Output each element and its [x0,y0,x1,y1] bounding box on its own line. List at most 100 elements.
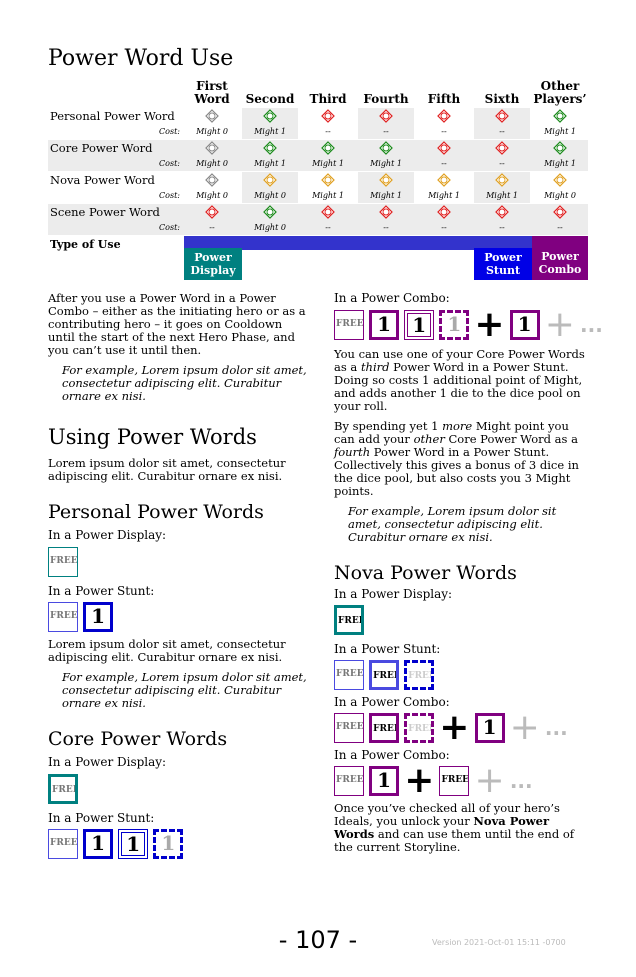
ellipsis-icon: ... [509,769,533,793]
red-diamond-icon [437,141,451,155]
core-display-chips: FREE [48,774,310,804]
usage-cell [416,140,472,156]
plus-icon: + [404,760,435,801]
cost-row: Cost: Might 0 Might 0 Might 1 Might 1 Might 1… [48,188,588,203]
left-column: After you use a Power Word in a Power Co… [48,292,310,859]
plus-icon: + [439,707,470,748]
usage-cell [242,140,298,156]
usage-cell [532,108,588,124]
usage-cell [358,108,414,124]
one-chip: 1 [83,829,114,859]
type-display-box: Power Display [184,248,242,280]
row-name: Scene Power Word [50,205,160,219]
row-name: Personal Power Word [50,109,175,123]
cost-row: Cost: -- Might 0 -- -- -- -- -- [48,220,588,235]
table-header: First Word Second Third Fourth Fifth Sixth Oth… [48,74,588,106]
cost-cell: -- [325,127,331,136]
red-diamond-icon [495,205,509,219]
free-nova-chip: FREE [369,660,400,690]
using-heading: Using Power Words [48,425,257,449]
cost-row: Cost: Might 0 Might 1 Might 1 Might 1 -- -- Mig… [48,156,588,171]
cost-cell: Might 1 [358,188,414,203]
free-chip: FREE [334,310,364,340]
cost-cell: Might 0 [196,159,228,168]
cost-row: Cost: Might 0 Might 1 -- -- -- -- Might 1 [48,124,588,139]
column-header: Sixth [484,92,520,106]
usage-cell [474,108,530,124]
using-text: Lorem ipsum dolor sit amet, consectetur … [48,456,286,483]
yellow-diamond-icon [263,173,277,187]
cost-cell: Might 0 [242,220,298,235]
free-nova-chip: FREE [369,713,400,743]
cost-label: Cost: [159,127,180,136]
usage-cell [532,140,588,156]
red-diamond-icon [437,109,451,123]
column-header: First Word [194,79,230,106]
free-nova-chip: FREE [439,766,470,796]
free-chip: FREE [334,660,364,690]
yellow-diamond-icon [379,173,393,187]
cost-cell: Might 1 [358,156,414,171]
usage-cell [416,204,472,220]
core-fourth-paragraph: By spending yet 1 more Might point you c… [334,419,579,498]
right-column: In a Power Combo: FREE 1 1 1 + 1 + ... Y… [334,292,603,854]
ellipsis-icon: ... [544,716,568,740]
plus-icon: + [544,304,575,345]
usage-cell [532,172,588,188]
combo-chips: FREE 1 1 1 + 1 + ... [334,304,603,345]
version-stamp: Version 2021-Oct-01 15:11 -0700 [432,938,566,947]
usage-cell [358,140,414,156]
one-chip-core: 1 [118,829,149,859]
free-chip: FREE [334,766,364,796]
one-chip: 1 [369,310,400,340]
cost-label: Cost: [159,159,180,168]
table-row: Nova Power Word [48,172,588,188]
cost-cell: -- [441,159,447,168]
nova-combo1-chips: FREE FREE FREE + 1 + ... [334,707,592,748]
plus-icon: + [474,760,505,801]
plus-icon: + [474,304,505,345]
usage-cell [300,140,356,156]
cost-label: Cost: [159,223,180,232]
red-diamond-icon [553,205,567,219]
cost-cell: -- [358,220,414,235]
cost-cell: -- [474,124,530,139]
cost-cell: Might 0 [196,191,228,200]
usage-cell [184,204,240,220]
nova-combo2-chips: FREE 1 + FREE + ... [334,760,592,801]
yellow-diamond-icon [495,173,509,187]
red-diamond-icon [437,205,451,219]
usage-cell [358,172,414,188]
red-diamond-icon [321,205,335,219]
one-chip: 1 [369,766,400,796]
one-chip-optional: 1 [153,829,184,859]
red-diamond-icon [495,109,509,123]
cost-cell: -- [441,223,447,232]
free-chip: FREE [48,829,78,859]
ellipsis-icon: ... [580,313,603,337]
yellow-diamond-icon [321,173,335,187]
cost-cell: -- [474,220,530,235]
cost-cell: Might 1 [312,191,344,200]
nova-display-chips: FREE [334,605,592,635]
free-nova-optional-chip: FREE [404,660,435,690]
green-diamond-icon [263,141,277,155]
cost-cell: Might 1 [544,159,576,168]
red-diamond-icon [379,205,393,219]
intro-example: For example, Lorem ipsum dolor sit amet,… [62,363,307,403]
usage-cell [358,204,414,220]
personal-stunt-chips: FREE 1 [48,602,310,632]
red-diamond-icon [205,205,219,219]
cost-cell: Might 0 [196,127,228,136]
red-diamond-icon [379,109,393,123]
cost-cell: Might 1 [544,127,576,136]
gray-diamond-icon [205,141,219,155]
gray-diamond-icon [205,109,219,123]
one-chip-core: 1 [404,310,435,340]
cost-cell: -- [358,124,414,139]
nova-stunt-chips: FREE FREE FREE [334,660,592,690]
yellow-diamond-icon [553,173,567,187]
usage-cell [474,172,530,188]
cost-cell: -- [209,223,215,232]
green-diamond-icon [379,141,393,155]
